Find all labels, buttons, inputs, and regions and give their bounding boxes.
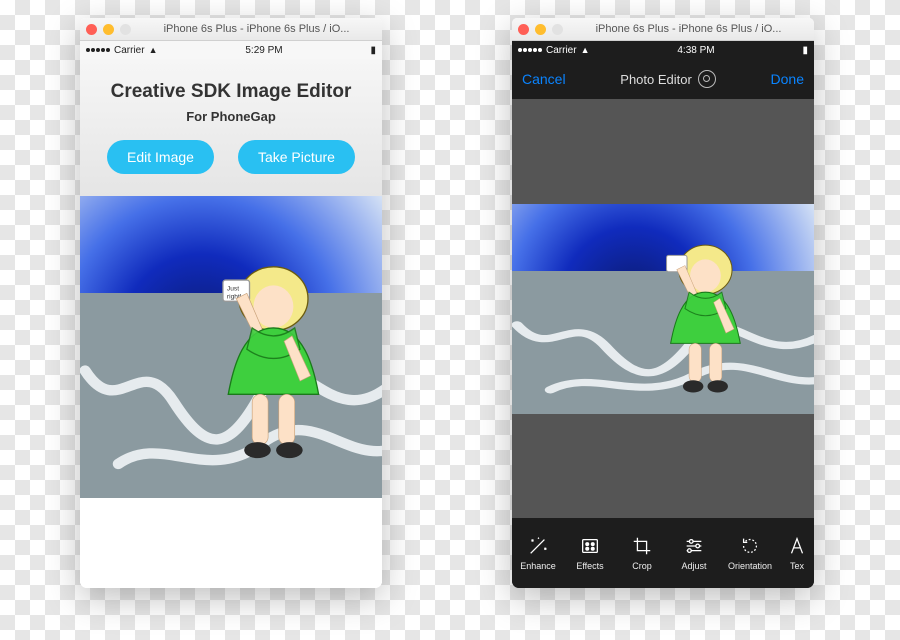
- minimize-icon[interactable]: [535, 24, 546, 35]
- page-subtitle: For PhoneGap: [90, 109, 372, 124]
- app-home: Creative SDK Image Editor For PhoneGap E…: [80, 59, 382, 588]
- tool-label: Tex: [790, 561, 804, 571]
- sliders-icon: [683, 535, 705, 557]
- carrier-label: Carrier: [546, 45, 577, 56]
- simulator-right: iPhone 6s Plus - iPhone 6s Plus / iO... …: [512, 18, 814, 588]
- maximize-icon[interactable]: [552, 24, 563, 35]
- done-button[interactable]: Done: [771, 71, 804, 87]
- crop-icon: [631, 535, 653, 557]
- tool-label: Effects: [576, 561, 603, 571]
- tool-label: Enhance: [520, 561, 556, 571]
- ios-status-bar: Carrier ▲ 5:29 PM ▮: [80, 41, 382, 59]
- tool-text[interactable]: Tex: [780, 535, 814, 571]
- wifi-icon: ▲: [581, 45, 590, 55]
- tool-effects[interactable]: Effects: [564, 535, 616, 571]
- mac-titlebar: iPhone 6s Plus - iPhone 6s Plus / iO...: [512, 18, 814, 41]
- photo-editor: Cancel Photo Editor Done: [512, 59, 814, 588]
- close-icon[interactable]: [518, 24, 529, 35]
- user-icon[interactable]: [698, 70, 716, 88]
- mac-titlebar: iPhone 6s Plus - iPhone 6s Plus / iO...: [80, 18, 382, 41]
- tool-enhance[interactable]: Enhance: [512, 535, 564, 571]
- battery-icon: ▮: [370, 45, 376, 56]
- tool-label: Adjust: [681, 561, 706, 571]
- tool-label: Orientation: [728, 561, 772, 571]
- carrier-label: Carrier: [114, 45, 145, 56]
- editor-canvas[interactable]: [512, 99, 814, 518]
- window-title: iPhone 6s Plus - iPhone 6s Plus / iO...: [569, 23, 808, 35]
- cancel-button[interactable]: Cancel: [522, 71, 566, 87]
- signal-icon: [86, 48, 110, 52]
- take-picture-button[interactable]: Take Picture: [238, 140, 355, 174]
- svg-text:Just: Just: [227, 286, 239, 293]
- battery-icon: ▮: [802, 45, 808, 56]
- text-icon: [786, 535, 808, 557]
- preview-image: Just right!: [80, 196, 382, 498]
- tool-label: Crop: [632, 561, 652, 571]
- editor-toolbar: Enhance Effects Crop Adjust Orientation …: [512, 518, 814, 588]
- page-title: Creative SDK Image Editor: [90, 81, 372, 103]
- traffic-lights: [86, 24, 131, 35]
- simulator-left: iPhone 6s Plus - iPhone 6s Plus / iO... …: [80, 18, 382, 588]
- canvas-image: [512, 204, 814, 414]
- traffic-lights: [518, 24, 563, 35]
- effects-icon: [579, 535, 601, 557]
- signal-icon: [518, 48, 542, 52]
- close-icon[interactable]: [86, 24, 97, 35]
- wifi-icon: ▲: [149, 45, 158, 55]
- minimize-icon[interactable]: [103, 24, 114, 35]
- wand-icon: [527, 535, 549, 557]
- clock: 5:29 PM: [245, 45, 282, 56]
- window-title: iPhone 6s Plus - iPhone 6s Plus / iO...: [137, 23, 376, 35]
- rotate-icon: [739, 535, 761, 557]
- editor-navbar: Cancel Photo Editor Done: [512, 59, 814, 99]
- tool-orientation[interactable]: Orientation: [720, 535, 780, 571]
- tool-crop[interactable]: Crop: [616, 535, 668, 571]
- ios-status-bar: Carrier ▲ 4:38 PM ▮: [512, 41, 814, 59]
- maximize-icon[interactable]: [120, 24, 131, 35]
- clock: 4:38 PM: [677, 45, 714, 56]
- editor-title: Photo Editor: [620, 72, 692, 87]
- edit-image-button[interactable]: Edit Image: [107, 140, 214, 174]
- tool-adjust[interactable]: Adjust: [668, 535, 720, 571]
